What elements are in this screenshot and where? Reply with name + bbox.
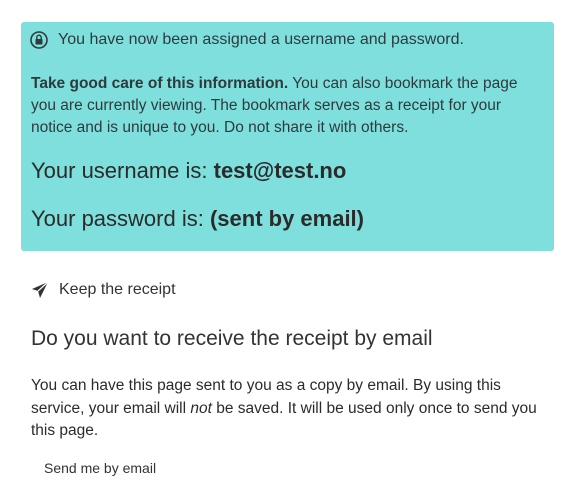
password-label: Your password is: (31, 206, 210, 231)
password-line: Your password is: (sent by email) (31, 206, 364, 232)
username-line: Your username is: test@test.no (31, 158, 346, 184)
receipt-text-emphasis: not (190, 399, 212, 417)
credentials-notice: You have now been assigned a username an… (21, 22, 554, 251)
receipt-title: Do you want to receive the receipt by em… (31, 327, 433, 350)
notice-header: You have now been assigned a username an… (30, 31, 464, 49)
username-label: Your username is: (31, 158, 214, 183)
notice-body-strong: Take good care of this information. (31, 75, 289, 92)
paper-plane-icon (31, 281, 49, 299)
send-email-button[interactable]: Send me by email (31, 456, 169, 480)
notice-header-text: You have now been assigned a username an… (58, 31, 464, 48)
username-value: test@test.no (213, 158, 347, 183)
receipt-heading-text: Keep the receipt (59, 281, 176, 298)
password-value: (sent by email) (209, 206, 364, 231)
receipt-heading: Keep the receipt (31, 281, 176, 299)
lock-icon (30, 31, 48, 49)
notice-body: Take good care of this information. You … (31, 73, 546, 139)
receipt-description: You can have this page sent to you as a … (31, 375, 551, 443)
